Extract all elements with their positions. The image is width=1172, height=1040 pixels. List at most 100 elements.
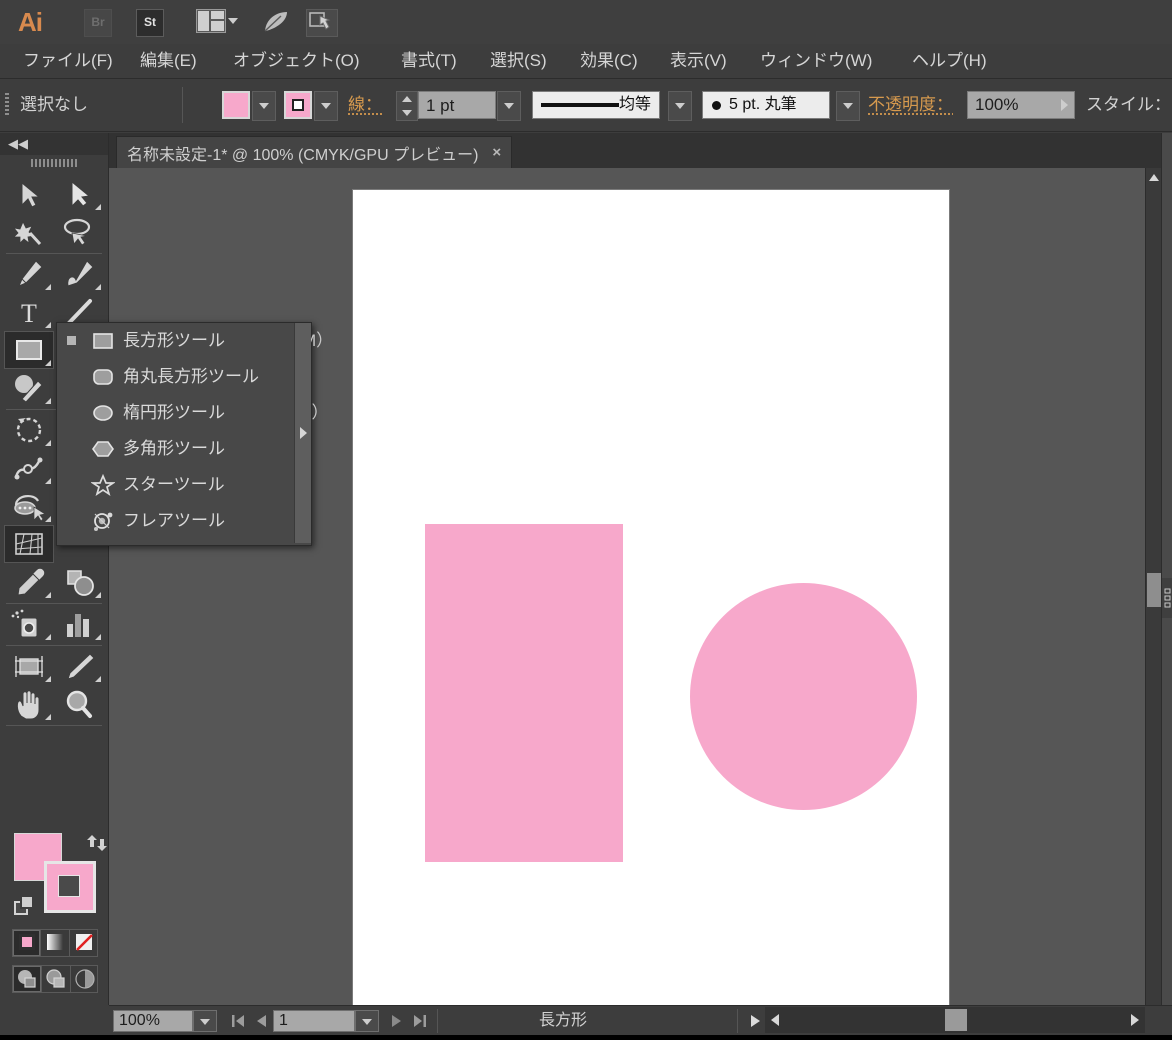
next-page-button[interactable] [385, 1010, 407, 1032]
tool-flyout-corner-icon[interactable] [45, 714, 51, 720]
tool-flyout-corner-icon[interactable] [45, 634, 51, 640]
hand-touch-icon[interactable] [306, 9, 338, 37]
stroke-profile-dropdown-button[interactable] [668, 91, 692, 121]
menu-view[interactable]: 表示(V) [661, 44, 736, 78]
stroke-weight-label[interactable]: 線： [348, 79, 382, 131]
tool-flyout-corner-icon[interactable] [95, 634, 101, 640]
shape-builder-tool[interactable] [4, 487, 54, 525]
tool-flyout-corner-icon[interactable] [45, 360, 51, 366]
eyedropper-tool[interactable] [4, 563, 54, 601]
tool-flyout-corner-icon[interactable] [95, 676, 101, 682]
fill-swatch[interactable] [222, 91, 250, 119]
flyout-item-ellipse[interactable]: 楕円形ツール （L） [57, 395, 328, 431]
stroke-weight-input[interactable]: 1 pt [418, 91, 496, 119]
scroll-up-icon[interactable] [1149, 174, 1159, 181]
pink-circle[interactable] [690, 583, 917, 810]
menu-object[interactable]: オブジェクト(O) [224, 44, 369, 78]
stroke-swatch-proxy[interactable] [44, 861, 96, 913]
tool-flyout-corner-icon[interactable] [45, 516, 51, 522]
artboard[interactable] [353, 190, 949, 1005]
tool-flyout-corner-icon[interactable] [45, 284, 51, 290]
tool-flyout-corner-icon[interactable] [95, 204, 101, 210]
tool-flyout-corner-icon[interactable] [45, 440, 51, 446]
stroke-weight-stepper[interactable] [396, 91, 418, 121]
status-flyout-button[interactable] [744, 1010, 766, 1032]
pink-rectangle[interactable] [425, 524, 623, 862]
tool-flyout-corner-icon[interactable] [95, 284, 101, 290]
stroke-dropdown-button[interactable] [314, 91, 338, 121]
column-graph-tool[interactable] [54, 605, 104, 643]
collapse-panel-icon[interactable]: ◀◀ [8, 137, 28, 150]
menu-help[interactable]: ヘルプ(H) [903, 44, 996, 78]
blend-tool[interactable] [54, 563, 104, 601]
rotate-tool[interactable] [4, 411, 54, 449]
tool-flyout-corner-icon[interactable] [45, 478, 51, 484]
workspace-layout-icon[interactable] [196, 9, 238, 35]
swap-fill-stroke-icon[interactable] [86, 833, 108, 853]
stroke-swatch-group[interactable] [284, 91, 338, 121]
stock-button[interactable]: St [136, 9, 164, 37]
rectangle-tool[interactable] [4, 331, 54, 369]
scroll-right-icon[interactable] [1131, 1014, 1139, 1026]
tool-flyout-corner-icon[interactable] [45, 676, 51, 682]
chevron-down-icon[interactable] [228, 18, 238, 24]
artboard-tool[interactable] [4, 647, 54, 685]
zoom-level-input[interactable]: 100% [113, 1010, 193, 1032]
color-mode-button[interactable] [13, 930, 42, 956]
bridge-button[interactable]: Br [84, 9, 112, 37]
tool-flyout-corner-icon[interactable] [45, 398, 51, 404]
width-tool[interactable] [4, 449, 54, 487]
stroke-profile-combo[interactable]: 均等 [532, 91, 660, 119]
shape-tools-flyout[interactable]: 長方形ツール （M） 角丸長方形ツール 楕円形ツール （L） 多角形ツール [56, 322, 333, 546]
stroke-swatch[interactable] [284, 91, 312, 119]
draw-inside-button[interactable] [71, 966, 99, 992]
brush-dropdown-button[interactable] [836, 91, 860, 121]
vertical-scrollbar[interactable] [1145, 168, 1162, 1005]
pen-tool[interactable] [4, 255, 54, 293]
menu-file[interactable]: ファイル(F) [14, 44, 122, 78]
horizontal-scrollbar[interactable] [765, 1007, 1145, 1033]
opacity-label[interactable]: 不透明度： [868, 79, 953, 131]
zoom-tool[interactable] [54, 685, 104, 723]
perspective-grid-tool[interactable] [4, 525, 54, 563]
flyout-item-rounded-rectangle[interactable]: 角丸長方形ツール [57, 359, 311, 395]
curvature-tool[interactable] [54, 255, 104, 293]
brush-combo[interactable]: 5 pt. 丸筆 [702, 91, 830, 119]
prev-page-button[interactable] [251, 1010, 273, 1032]
flyout-item-flare[interactable]: フレアツール [57, 503, 311, 539]
flyout-item-star[interactable]: スターツール [57, 467, 311, 503]
menu-select[interactable]: 選択(S) [481, 44, 556, 78]
style-label[interactable]: スタイル： [1086, 79, 1171, 131]
page-number-input[interactable]: 1 [273, 1010, 355, 1032]
default-fill-stroke-icon[interactable] [14, 895, 36, 917]
lasso-tool[interactable] [54, 213, 104, 251]
menu-effect[interactable]: 効果(C) [571, 44, 647, 78]
collapsed-panel-icon[interactable] [1164, 588, 1172, 610]
right-dock[interactable] [1161, 133, 1172, 1005]
zoom-level-dropdown-button[interactable] [193, 1010, 217, 1032]
slice-tool[interactable] [54, 647, 104, 685]
menu-window[interactable]: ウィンドウ(W) [751, 44, 881, 78]
control-bar-grip[interactable] [5, 93, 9, 117]
document-tab[interactable]: 名称未設定-1* @ 100% (CMYK/GPU プレビュー) × [116, 136, 513, 168]
tools-panel-header[interactable]: ◀◀ [0, 133, 108, 155]
leaf-icon[interactable] [262, 10, 290, 34]
menu-type[interactable]: 書式(T) [392, 44, 466, 78]
fill-swatch-group[interactable] [222, 91, 276, 121]
flyout-tearoff-strip[interactable] [294, 323, 311, 543]
tool-flyout-corner-icon[interactable] [45, 592, 51, 598]
canvas-area[interactable] [109, 168, 1145, 1005]
opacity-flyout-icon[interactable] [1061, 99, 1068, 111]
tool-flyout-corner-icon[interactable] [95, 592, 101, 598]
paintbrush-tool[interactable] [4, 369, 54, 407]
tool-flyout-corner-icon[interactable] [45, 322, 51, 328]
first-page-button[interactable] [227, 1010, 249, 1032]
scroll-left-icon[interactable] [771, 1014, 779, 1026]
flyout-item-polygon[interactable]: 多角形ツール [57, 431, 311, 467]
page-number-dropdown-button[interactable] [355, 1010, 379, 1032]
vertical-scroll-thumb[interactable] [1147, 573, 1161, 607]
draw-behind-button[interactable] [42, 966, 71, 992]
symbol-sprayer-tool[interactable] [4, 605, 54, 643]
close-icon[interactable]: × [492, 144, 501, 161]
type-tool[interactable]: T [4, 293, 54, 331]
